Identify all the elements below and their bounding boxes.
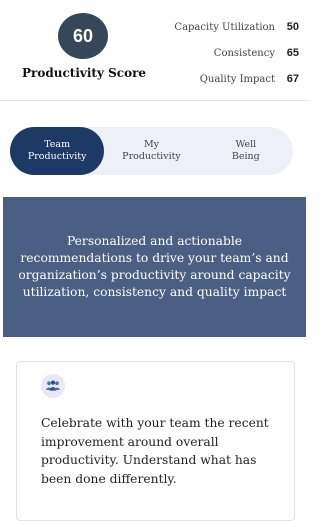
- productivity-score-panel: 60 Productivity Score Capacity Utilizati…: [0, 0, 309, 100]
- score-value: 60: [72, 25, 94, 46]
- metric-label: Consistency: [213, 47, 275, 59]
- metric-value: 67: [286, 73, 299, 85]
- metric-label: Capacity Utilization: [174, 21, 275, 33]
- metric-capacity-utilization: Capacity Utilization 50: [119, 14, 299, 40]
- tab-label-line1: Well: [235, 139, 257, 150]
- tab-my-productivity[interactable]: My Productivity: [104, 127, 198, 175]
- team-icon: [41, 374, 65, 398]
- card-text: Celebrate with your team the recent impr…: [41, 416, 269, 486]
- tab-label-line2: Productivity: [122, 151, 181, 162]
- section-divider: [0, 100, 309, 101]
- recommendation-card[interactable]: Celebrate with your team the recent impr…: [16, 361, 295, 521]
- team-icon-glyph: [46, 380, 60, 391]
- tab-label-line2: Being: [231, 151, 260, 162]
- view-tabs: Team Productivity My Productivity Well B…: [10, 127, 293, 175]
- banner-text: Personalized and actionable recommendati…: [18, 234, 291, 299]
- tab-team-productivity[interactable]: Team Productivity: [10, 127, 105, 175]
- info-banner: Personalized and actionable recommendati…: [3, 197, 306, 337]
- tab-label-line2: Productivity: [27, 151, 87, 162]
- metric-label: Quality Impact: [199, 73, 275, 85]
- metric-value: 50: [286, 21, 299, 33]
- tab-well-being[interactable]: Well Being: [199, 127, 293, 175]
- metrics-list: Capacity Utilization 50 Consistency 65 Q…: [119, 14, 299, 92]
- tab-label-line1: Team: [44, 139, 71, 150]
- tab-label-line1: My: [143, 139, 160, 150]
- score-circle: 60: [58, 13, 108, 59]
- metric-value: 65: [286, 47, 299, 59]
- metric-consistency: Consistency 65: [119, 40, 299, 66]
- metric-quality-impact: Quality Impact 67: [119, 66, 299, 92]
